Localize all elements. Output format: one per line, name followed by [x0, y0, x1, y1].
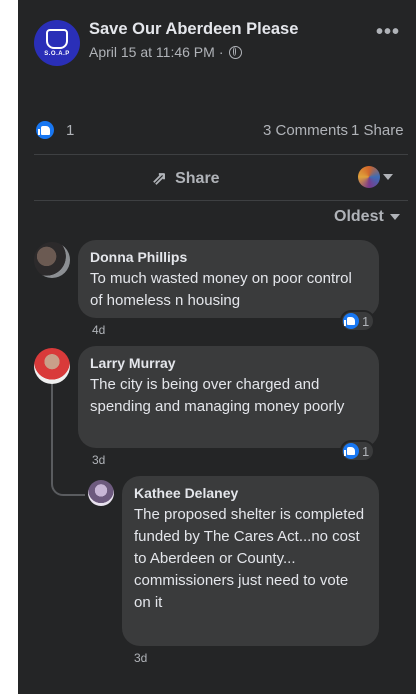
avatar[interactable]	[34, 242, 70, 278]
reply-thread-line	[51, 384, 85, 496]
facebook-post-panel: S.O.A.P Save Our Aberdeen Please April 1…	[18, 0, 416, 694]
like-reaction-icon	[343, 313, 359, 329]
comment-text: To much wasted money on poor control of …	[90, 270, 352, 309]
comment-bubble: Larry Murray The city is being over char…	[78, 346, 379, 448]
reaction-count: 1	[66, 122, 75, 139]
account-avatar	[358, 166, 380, 188]
comment-text: The city is being over charged and spend…	[90, 376, 345, 415]
comment-reaction-count[interactable]: 1	[342, 312, 374, 330]
chevron-down-icon	[389, 214, 400, 220]
avatar[interactable]	[34, 348, 70, 384]
post-timestamp[interactable]: April 15 at 11:46 PM	[89, 44, 215, 60]
page-name-link[interactable]: Save Our Aberdeen Please	[89, 20, 298, 39]
comment-timestamp[interactable]: 3d	[92, 453, 105, 467]
share-as-selector[interactable]	[358, 166, 393, 188]
more-options-button[interactable]: •••	[376, 22, 400, 42]
comment-text: The proposed shelter is completed funded…	[134, 506, 365, 611]
frame-border	[416, 0, 420, 694]
share-button[interactable]: ⇗ Share	[152, 168, 220, 189]
soap-logo-icon	[46, 29, 68, 49]
meta-separator: ·	[218, 44, 224, 60]
shares-count-link[interactable]: 1 Share	[351, 122, 404, 139]
like-reaction-icon	[36, 121, 54, 139]
share-label: Share	[175, 169, 220, 187]
reply-bubble: Kathee Delaney The proposed shelter is c…	[122, 476, 379, 646]
comments-count-link[interactable]: 3 Comments	[263, 122, 348, 139]
like-reaction-icon	[343, 443, 359, 459]
comment-sort-dropdown[interactable]: Oldest	[334, 208, 400, 226]
divider	[34, 200, 408, 201]
page-avatar[interactable]: S.O.A.P	[34, 20, 80, 66]
logo-text: S.O.A.P	[44, 51, 70, 57]
commenter-name-link[interactable]: Kathee Delaney	[134, 485, 367, 501]
comment-timestamp[interactable]: 4d	[92, 323, 105, 337]
comment-reaction-count[interactable]: 1	[342, 442, 374, 460]
globe-icon	[229, 45, 243, 59]
sort-label: Oldest	[334, 208, 384, 225]
avatar[interactable]	[88, 480, 114, 506]
share-arrow-icon: ⇗	[152, 168, 168, 188]
comment-bubble: Donna Phillips To much wasted money on p…	[78, 240, 379, 318]
post-meta: April 15 at 11:46 PM ·	[89, 44, 243, 60]
commenter-name-link[interactable]: Larry Murray	[90, 355, 367, 371]
divider	[34, 154, 408, 155]
comment-timestamp[interactable]: 3d	[134, 651, 147, 665]
commenter-name-link[interactable]: Donna Phillips	[90, 249, 367, 265]
chevron-down-icon	[383, 174, 393, 180]
